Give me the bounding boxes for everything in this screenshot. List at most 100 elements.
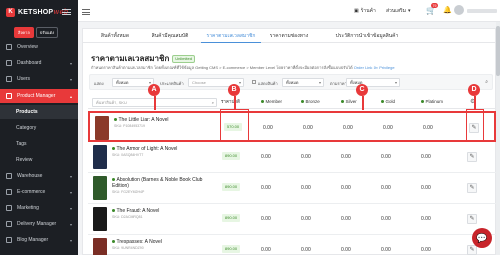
- sidebar-item-marketing[interactable]: Marketing ▾: [0, 201, 78, 215]
- chevron-down-icon: ▾: [238, 80, 241, 85]
- tab-channel-price[interactable]: ราคาตามช่องทาง: [265, 29, 313, 43]
- header-member: Member: [261, 95, 282, 109]
- filter-checkbox[interactable]: [252, 80, 256, 84]
- product-name[interactable]: Trespasses: A Novel: [112, 239, 212, 245]
- shop-link[interactable]: ▣ ร้านค้า: [354, 7, 376, 15]
- book-cover-image: [93, 207, 107, 231]
- avatar[interactable]: [454, 5, 464, 15]
- addons-menu[interactable]: ส่วนเสริม ▾: [386, 7, 411, 15]
- filter-label-price: ตามราคา: [330, 81, 347, 86]
- chevron-down-icon: ▾: [69, 60, 72, 66]
- sidebar-subitem-review[interactable]: Review: [0, 153, 78, 167]
- filter-label-show: แสดง: [94, 81, 104, 86]
- sidebar-item-label: Delivery Manager: [17, 221, 57, 227]
- product-name[interactable]: Absolution (Barnes & Noble Book Club Edi…: [112, 177, 212, 189]
- product-sku: SKU: 0ASQ84HVT7: [112, 153, 144, 157]
- price-member: 0.00: [261, 154, 271, 160]
- price-gold: 0.00: [381, 185, 391, 191]
- page-description: กำหนดราคาสินค้าตามเลเวลสมาชิก โดยทั้งเกณ…: [91, 64, 395, 71]
- annotation-marker-d: D: [468, 84, 480, 96]
- annotation-marker-c: C: [356, 84, 368, 96]
- tab-variant-products[interactable]: สินค้ามีคุณสมบัติ: [143, 29, 197, 43]
- header-platinum: Platinum: [421, 95, 443, 109]
- scrollbar-thumb[interactable]: [496, 26, 500, 76]
- annotation-line-a: [154, 96, 156, 110]
- tab-member-level-price[interactable]: ราคาตามเลเวลสมาชิก: [201, 29, 261, 43]
- filter-select-display[interactable]: ทั้งหมด ▾: [282, 78, 324, 87]
- edit-button[interactable]: ✎: [467, 245, 477, 255]
- sidebar-item-overview[interactable]: Overview: [0, 40, 78, 54]
- book-cover-image: [93, 145, 107, 169]
- price-member: 0.00: [261, 247, 271, 253]
- annotation-box-d: [466, 109, 484, 141]
- table-row[interactable]: Absolution (Barnes & Noble Book Club Edi…: [88, 173, 496, 204]
- sidebar-subitem-tags[interactable]: Tags: [0, 137, 78, 151]
- tab-import-history[interactable]: ประวัติการนำเข้าข้อมูลสินค้า: [317, 29, 417, 43]
- sidebar-item-label: Blog Manager: [17, 237, 49, 243]
- sidebar-item-product-manager[interactable]: Product Manager ▴: [0, 89, 78, 103]
- megaphone-icon: [6, 205, 12, 211]
- table-row[interactable]: The Little Liar: A Novel SKU: P108495371…: [88, 111, 496, 142]
- filter-select-price[interactable]: ทั้งหมด ▾: [346, 78, 400, 87]
- sidebar-item-ecommerce[interactable]: E-commerce ▾: [0, 185, 78, 199]
- sidebar-item-users[interactable]: Users ▾: [0, 72, 78, 86]
- sidebar-item-label: Marketing: [17, 205, 39, 211]
- bell-icon[interactable]: 🔔: [443, 6, 452, 15]
- chevron-up-icon: ▴: [69, 93, 72, 99]
- edit-button[interactable]: ✎: [467, 214, 477, 224]
- sidebar-item-warehouse[interactable]: Warehouse ▾: [0, 169, 78, 183]
- book-cover-image: [95, 116, 109, 140]
- product-name[interactable]: The Armor of Light: A Novel: [112, 146, 212, 152]
- price-silver: 0.00: [341, 247, 351, 253]
- status-dot-icon: [112, 178, 115, 182]
- sidebar-collapse-icon[interactable]: [62, 9, 71, 15]
- description-link[interactable]: Order Link ละ Privilege: [354, 65, 395, 70]
- annotation-line-c: [362, 96, 364, 110]
- table-row[interactable]: The Armor of Light: A Novel SKU: 0ASQ84H…: [88, 142, 496, 173]
- sidebar-subitem-products[interactable]: Products: [0, 105, 78, 119]
- pencil-icon: ✎: [469, 216, 475, 222]
- annotation-box-b: [220, 109, 249, 141]
- level-dot-icon: [301, 100, 304, 104]
- logo[interactable]: K KETSHOPweb: [6, 7, 68, 17]
- addons-label: ส่วนเสริม: [386, 8, 407, 14]
- price-gold: 0.00: [381, 216, 391, 222]
- price-platinum: 0.00: [421, 154, 431, 160]
- table-row[interactable]: Trespasses: A Novel SKU: 9UNR4NDZ90 890.…: [88, 235, 496, 255]
- menu-icon[interactable]: [82, 9, 90, 15]
- plan-badge: Unlimited: [172, 54, 195, 63]
- users-icon: [6, 76, 12, 82]
- status-dot-icon: [112, 147, 115, 151]
- edit-button[interactable]: ✎: [467, 183, 477, 193]
- cart-count-badge: 79: [431, 3, 438, 8]
- product-name[interactable]: The Little Liar: A Novel: [114, 117, 214, 123]
- price-bronze: 0.00: [301, 154, 311, 160]
- chevron-down-icon: ▾: [69, 76, 72, 82]
- lang-option-2[interactable]: ปรับแต่ง: [35, 27, 59, 38]
- status-dot-icon: [112, 209, 115, 213]
- product-sku: SKU: D2ACMRQ81: [112, 215, 143, 219]
- lang-option-1[interactable]: สิงคาล: [14, 27, 34, 38]
- sidebar-item-dashboard[interactable]: Dashboard ▾: [0, 56, 78, 70]
- product-name[interactable]: The Fraud: A Novel: [112, 208, 212, 214]
- price-member: 0.00: [261, 216, 271, 222]
- filter-select-show[interactable]: ทั้งหมด ▾: [112, 78, 154, 87]
- edit-button[interactable]: ✎: [467, 152, 477, 162]
- annotation-marker-a: A: [148, 84, 160, 96]
- search-icon[interactable]: ⌕: [485, 79, 488, 85]
- sidebar-item-blog-manager[interactable]: Blog Manager ▾: [0, 233, 78, 247]
- sidebar-item-delivery-manager[interactable]: Delivery Manager ▾: [0, 217, 78, 231]
- price-silver: 0.00: [341, 154, 351, 160]
- chat-button[interactable]: 💬: [472, 228, 492, 248]
- level-dot-icon: [421, 100, 424, 104]
- user-name-placeholder[interactable]: [467, 9, 497, 13]
- sidebar-subitem-category[interactable]: Category: [0, 121, 78, 135]
- level-dot-icon: [381, 100, 384, 104]
- table-row[interactable]: The Fraud: A Novel SKU: D2ACMRQ81 890.00…: [88, 204, 496, 235]
- sidebar-item-label: Warehouse: [17, 173, 43, 179]
- status-dot-icon: [112, 240, 115, 244]
- truck-icon: [6, 221, 12, 227]
- price-silver: 0.00: [341, 216, 351, 222]
- price-bronze: 0.00: [301, 247, 311, 253]
- tab-all-products[interactable]: สินค้าทั้งหมด: [95, 29, 135, 43]
